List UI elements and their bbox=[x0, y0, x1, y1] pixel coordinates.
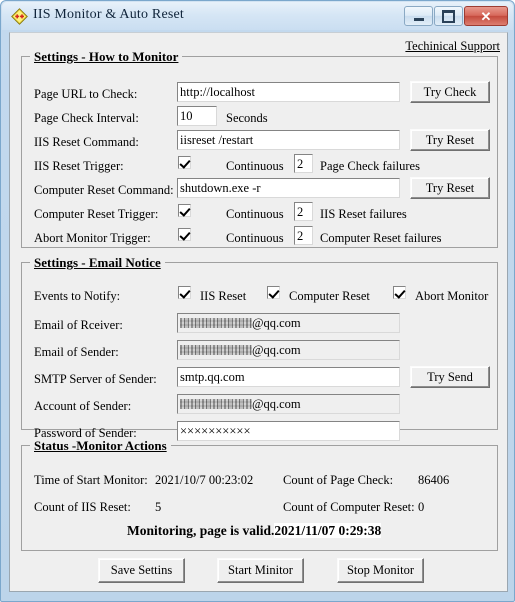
window-controls: ✕ bbox=[404, 6, 508, 26]
app-diamond-icon bbox=[11, 8, 28, 25]
try-check-button[interactable]: Try Check bbox=[410, 81, 490, 103]
label-abort-trigger-suffix: Computer Reset failures bbox=[320, 231, 442, 245]
save-settings-button[interactable]: Save Settins bbox=[98, 558, 185, 583]
label-email-sender: Email of Sender: bbox=[34, 345, 119, 359]
group-title-email: Settings - Email Notice bbox=[30, 255, 165, 271]
client-area: Techinical Support Settings - How to Mon… bbox=[9, 32, 508, 592]
label-email-receiver: Email of Rceiver: bbox=[34, 318, 123, 332]
label-notify-iis-reset: IIS Reset bbox=[200, 289, 247, 303]
iis-reset-trigger-count-input[interactable]: 2 bbox=[294, 154, 313, 173]
computer-reset-command-input[interactable]: shutdown.exe -r bbox=[177, 178, 400, 198]
abort-monitor-trigger-count-input[interactable]: 2 bbox=[294, 226, 313, 245]
account-sender-input[interactable]: @qq.com bbox=[177, 394, 400, 414]
notify-computer-reset-checkbox[interactable] bbox=[267, 286, 280, 299]
email-sender-domain: @qq.com bbox=[252, 343, 301, 357]
maximize-icon bbox=[442, 9, 455, 23]
title-bar: IIS Monitor & Auto Reset ✕ bbox=[2, 2, 513, 31]
stop-monitor-button[interactable]: Stop Monitor bbox=[337, 558, 424, 583]
label-notify-abort-monitor: Abort Monitor bbox=[415, 289, 489, 303]
close-button[interactable]: ✕ bbox=[464, 6, 508, 26]
label-iis-reset-command: IIS Reset Command: bbox=[34, 135, 139, 149]
label-account-sender: Account of Sender: bbox=[34, 399, 132, 413]
try-send-button[interactable]: Try Send bbox=[410, 366, 490, 388]
try-reset-iis-button[interactable]: Try Reset bbox=[410, 129, 490, 151]
email-receiver-input[interactable]: @qq.com bbox=[177, 313, 400, 333]
value-time-start-monitor: 2021/10/7 00:23:02 bbox=[155, 473, 254, 487]
label-page-check-interval: Page Check Interval: bbox=[34, 111, 139, 125]
status-timestamp: 2021/11/07 0:29:38 bbox=[274, 523, 382, 538]
account-sender-domain: @qq.com bbox=[252, 397, 301, 411]
group-title-status: Status -Monitor Actions bbox=[30, 438, 171, 454]
label-abort-trigger-continuous: Continuous bbox=[226, 231, 284, 245]
label-computer-trigger-continuous: Continuous bbox=[226, 207, 284, 221]
try-reset-computer-button[interactable]: Try Reset bbox=[410, 177, 490, 199]
window-title: IIS Monitor & Auto Reset bbox=[33, 7, 185, 22]
value-count-page-check: 86406 bbox=[418, 473, 450, 487]
label-count-page-check: Count of Page Check: bbox=[283, 473, 394, 487]
computer-reset-trigger-count-input[interactable]: 2 bbox=[294, 202, 313, 221]
password-sender-input[interactable]: ×××××××××× bbox=[177, 421, 400, 441]
label-events-to-notify: Events to Notify: bbox=[34, 289, 121, 303]
redacted-text bbox=[180, 318, 252, 328]
maximize-button[interactable] bbox=[434, 6, 463, 26]
value-count-iis-reset: 5 bbox=[155, 500, 162, 514]
label-count-computer-reset: Count of Computer Reset: bbox=[283, 500, 415, 514]
iis-reset-trigger-checkbox[interactable] bbox=[178, 156, 191, 169]
label-computer-reset-command: Computer Reset Command: bbox=[34, 183, 174, 197]
label-count-iis-reset: Count of IIS Reset: bbox=[34, 500, 131, 514]
email-receiver-domain: @qq.com bbox=[252, 316, 301, 330]
application-window: IIS Monitor & Auto Reset ✕ Techinical Su… bbox=[0, 0, 515, 602]
group-title-monitor: Settings - How to Monitor bbox=[30, 49, 183, 65]
notify-abort-monitor-checkbox[interactable] bbox=[393, 286, 406, 299]
page-check-interval-input[interactable]: 10 bbox=[177, 106, 217, 126]
technical-support-link[interactable]: Techinical Support bbox=[405, 39, 500, 54]
close-icon: ✕ bbox=[480, 8, 492, 24]
label-computer-reset-trigger: Computer Reset Trigger: bbox=[34, 207, 159, 221]
page-url-input[interactable]: http://localhost bbox=[177, 82, 400, 102]
status-message-text: Monitoring, page is valid. bbox=[127, 523, 275, 538]
email-sender-input[interactable]: @qq.com bbox=[177, 340, 400, 360]
label-iis-trigger-continuous: Continuous bbox=[226, 159, 284, 173]
label-iis-reset-trigger: IIS Reset Trigger: bbox=[34, 159, 124, 173]
label-computer-trigger-suffix: IIS Reset failures bbox=[320, 207, 407, 221]
value-count-computer-reset: 0 bbox=[418, 500, 425, 514]
label-notify-computer-reset: Computer Reset bbox=[289, 289, 370, 303]
status-message-line: Monitoring, page is valid.2021/11/07 0:2… bbox=[127, 523, 382, 539]
redacted-text bbox=[180, 399, 252, 409]
redacted-text bbox=[180, 345, 252, 355]
start-monitor-button[interactable]: Start Minitor bbox=[217, 558, 304, 583]
label-smtp-server: SMTP Server of Sender: bbox=[34, 372, 157, 386]
label-iis-trigger-suffix: Page Check failures bbox=[320, 159, 420, 173]
smtp-server-input[interactable]: smtp.qq.com bbox=[177, 367, 400, 387]
label-seconds: Seconds bbox=[226, 111, 268, 125]
label-page-url: Page URL to Check: bbox=[34, 87, 138, 101]
notify-iis-reset-checkbox[interactable] bbox=[178, 286, 191, 299]
label-abort-monitor-trigger: Abort Monitor Trigger: bbox=[34, 231, 151, 245]
computer-reset-trigger-checkbox[interactable] bbox=[178, 204, 191, 217]
abort-monitor-trigger-checkbox[interactable] bbox=[178, 228, 191, 241]
label-time-start-monitor: Time of Start Monitor: bbox=[34, 473, 148, 487]
minimize-button[interactable] bbox=[404, 6, 433, 26]
minimize-icon bbox=[413, 17, 424, 21]
iis-reset-command-input[interactable]: iisreset /restart bbox=[177, 130, 400, 150]
